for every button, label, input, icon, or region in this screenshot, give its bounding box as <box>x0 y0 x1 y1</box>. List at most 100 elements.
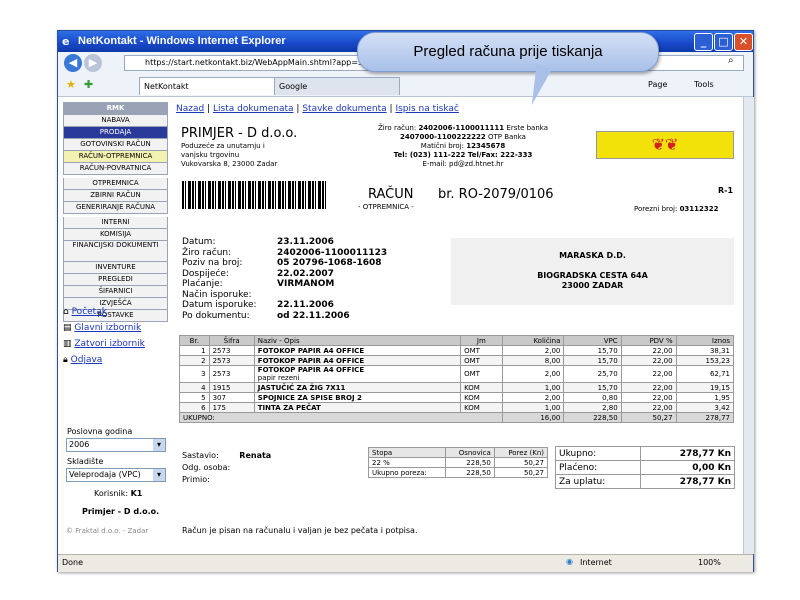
maximize-button[interactable]: □ <box>714 33 733 51</box>
nav-items-link[interactable]: Stavke dokumenta <box>302 104 386 114</box>
table-cell: FOTOKOP PAPIR A4 OFFICE papir rezeni <box>253 365 462 383</box>
sidebar-item[interactable]: PREGLEDI <box>63 274 168 286</box>
chevron-down-icon: ▾ <box>153 469 165 481</box>
add-favorite-icon[interactable]: ✚ <box>84 78 93 91</box>
info-label: Po dokumentu: <box>182 310 250 321</box>
table-cell: 15,70 <box>563 355 622 366</box>
table-row[interactable]: 1 2573 FOTOKOP PAPIR A4 OFFICE OMT 2,00 15,70… <box>179 345 735 356</box>
company-name: Primjer - D d.o.o. <box>82 507 160 516</box>
store-select[interactable]: Veleprodaja (VPC) ▾ <box>66 468 166 482</box>
item-name: SPOJNICE ZA SPISE BROJ 2 <box>257 393 362 402</box>
tax-header: Osnovica <box>445 447 495 458</box>
signatures: Sastavio: Renata Odg. osoba: Primio: <box>182 451 272 484</box>
minimize-button[interactable]: _ <box>694 33 713 51</box>
tax-number: Porezni broj: 03112322 <box>634 205 719 213</box>
nav-list-link[interactable]: Lista dokumenata <box>213 104 294 114</box>
sidebar-item[interactable]: INVENTURE <box>63 262 168 274</box>
sidebar-item[interactable]: ŠIFARNICI <box>63 286 168 298</box>
info-value: 05 20796-1068-1608 <box>277 258 382 268</box>
zoom-level[interactable]: 100% <box>698 558 721 567</box>
table-cell: 2,00 <box>501 345 565 356</box>
sidebar-item[interactable]: GENERIRANJE RAČUNA <box>63 202 168 214</box>
summary-table: Ukupno: 278,77 Kn Plaćeno: 0,00 Kn Za uplatu… <box>554 446 735 489</box>
status-bar: Done ◉ Internet 100% <box>58 554 753 572</box>
summary-row: Za uplatu: 278,77 Kn <box>554 474 735 489</box>
table-row[interactable]: 5 307 SPOJNICE ZA SPISE BROJ 2 KOM 2,00 0,80 2… <box>179 392 735 403</box>
back-button[interactable]: ◀ <box>64 54 82 72</box>
company-address: Poduzeće za unutarnju i vanjsku trgovinu V… <box>181 142 278 168</box>
table-cell: 19,15 <box>675 382 735 393</box>
table-row[interactable]: 2 2573 FOTOKOP PAPIR A4 OFFICE OMT 8,00 15,70… <box>179 355 735 366</box>
column-header: Br. <box>179 335 210 346</box>
table-cell: 8,00 <box>501 355 565 366</box>
table-cell: 153,23 <box>675 355 735 366</box>
search-icon[interactable]: ⌕ <box>728 55 746 69</box>
sidebar-item[interactable]: GOTOVINSKI RAČUN <box>63 139 168 151</box>
column-header: Jm <box>460 335 503 346</box>
info-label: Dospijeće: <box>182 268 229 279</box>
nav-back-link[interactable]: Nazad <box>176 104 204 114</box>
table-cell: KOM <box>460 402 503 413</box>
table-cell: TINTA ZA PEČAT <box>253 402 462 413</box>
sidebar-item[interactable]: FINANCIJSKI DOKUMENTI <box>63 241 168 262</box>
company-logo: ❦❦ <box>596 131 734 159</box>
table-cell: 15,70 <box>563 345 622 356</box>
summary-row: Plaćeno: 0,00 Kn <box>554 460 735 475</box>
table-cell: 4 <box>179 382 210 393</box>
table-cell: 22,00 <box>620 365 677 383</box>
total-cell: 228,50 <box>563 412 622 423</box>
sidebar-item[interactable]: OTPREMNICA <box>63 178 168 190</box>
favorites-star-icon[interactable]: ★ <box>66 78 76 91</box>
buyer-box: MARASKA D.D. BIOGRADSKA CESTA 64A 23000 … <box>451 238 734 305</box>
summary-label: Ukupno: <box>554 446 642 461</box>
item-name: FOTOKOP PAPIR A4 OFFICE <box>257 356 365 365</box>
sidebar-item[interactable]: RAČUN-POVRATNICA <box>63 163 168 175</box>
sidebar-item[interactable]: KOMISIJA <box>63 229 168 241</box>
summary-row: Ukupno: 278,77 Kn <box>554 446 735 461</box>
table-row[interactable]: 4 1915 JASTUČIĆ ZA ŽIG 7X11 KOM 1,00 15,70 22,… <box>179 382 735 393</box>
sidebar-links: ⌂ Početak ▤ Glavni izbornik ▥ Zatvori iz… <box>63 307 145 371</box>
table-cell: KOM <box>460 382 503 393</box>
sidebar-item[interactable]: ZBIRNI RAČUN <box>63 190 168 202</box>
table-cell: 307 <box>208 392 255 403</box>
zone-text: Internet <box>580 558 612 567</box>
table-cell: KOM <box>460 392 503 403</box>
scrollbar[interactable] <box>743 97 754 554</box>
sidebar-item[interactable]: RAČUN-OTPREMNICA <box>63 151 168 163</box>
info-value: 22.11.2006 <box>277 300 334 310</box>
doc-copy: R-1 <box>718 186 734 195</box>
company-title: PRIMJER - D d.o.o. <box>181 126 298 141</box>
forward-button[interactable]: ▶ <box>84 54 102 72</box>
table-cell: 0,80 <box>563 392 622 403</box>
table-row[interactable]: 3 2573 FOTOKOP PAPIR A4 OFFICE papir rezeni… <box>179 365 735 383</box>
table-cell: 1 <box>179 345 210 356</box>
doc-number: br. RO-2079/0106 <box>438 187 554 202</box>
table-row[interactable]: 6 175 TINTA ZA PEČAT KOM 1,00 2,80 22,00 3,42 <box>179 402 735 413</box>
logout-link[interactable]: 🔒︎ Odjava <box>63 355 145 371</box>
close-button[interactable]: ✕ <box>734 33 753 51</box>
info-label: Plaćanje: <box>182 279 223 289</box>
table-cell: 1,00 <box>501 382 565 393</box>
main-menu-link[interactable]: ▤ Glavni izbornik <box>63 323 145 339</box>
sidebar-item[interactable]: PRODAJA <box>63 127 168 139</box>
sidebar-item[interactable]: INTERNI <box>63 217 168 229</box>
tools-menu[interactable]: Tools <box>694 80 714 89</box>
table-cell: 2573 <box>208 345 255 356</box>
tab-google[interactable]: Google <box>274 77 400 95</box>
items-table: Br. Šifra Naziv - Opis Jm Količina VPC PDV % Iz… <box>179 335 735 423</box>
table-cell: 22,00 <box>620 382 677 393</box>
tab-netkontakt[interactable]: NetKontakt <box>139 77 275 95</box>
info-row: Datum: 23.11.2006 <box>182 237 387 248</box>
window-title: NetKontakt - Windows Internet Explorer <box>78 35 286 47</box>
home-link[interactable]: ⌂ Početak <box>63 307 145 323</box>
close-menu-link[interactable]: ▥ Zatvori izbornik <box>63 339 145 355</box>
info-row: Plaćanje: VIRMANOM <box>182 279 387 290</box>
item-name: FOTOKOP PAPIR A4 OFFICE <box>257 346 365 355</box>
year-select[interactable]: 2006 ▾ <box>66 438 166 452</box>
column-header: PDV % <box>620 335 677 346</box>
page-menu[interactable]: Page <box>648 80 667 89</box>
info-value: 2402006-1100011123 <box>277 247 388 258</box>
sidebar-item[interactable]: NABAVA <box>63 115 168 127</box>
nav-print-link[interactable]: Ispis na tiskač <box>395 104 458 114</box>
table-cell: 2573 <box>208 365 255 383</box>
